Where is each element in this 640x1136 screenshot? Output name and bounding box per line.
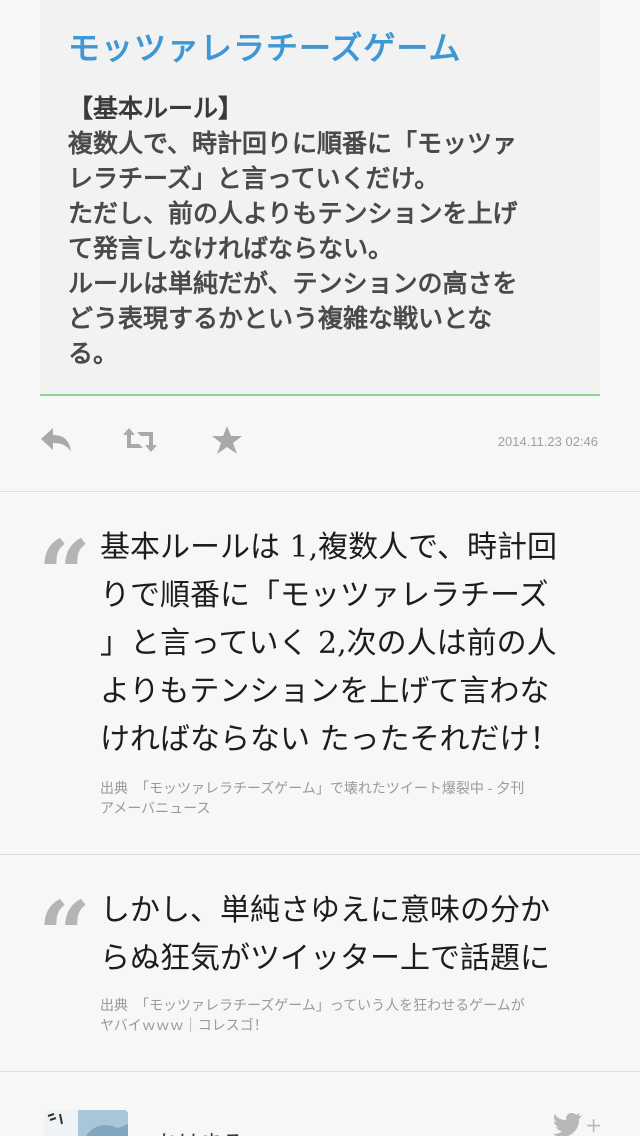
quote-line: 基本ルールは 1,複数人で、時計回 xyxy=(100,530,557,565)
divider xyxy=(0,1071,640,1072)
reply-icon xyxy=(41,428,71,452)
image-line: レラチーズ」と言っていくだけ。 xyxy=(68,164,440,193)
follow-plus: + xyxy=(585,1113,602,1136)
quote-line: 」と言っていく 2,次の人は前の人 xyxy=(100,626,557,661)
quote-source-link[interactable]: 出典 「モッツァレラチーズゲーム」っていう人を狂わせるゲームが ヤバイｗｗｗ｜コ… xyxy=(100,995,600,1035)
quote-mark-icon: “ xyxy=(38,520,91,628)
image-line: る。 xyxy=(68,339,119,368)
quote-block: “ しかし、単純さゆえに意味の分か らぬ狂気がツイッター上で話題に 出典 「モッ… xyxy=(0,855,640,1071)
quote-line: りで順番に「モッツァレラチーズ xyxy=(100,578,549,613)
tweet-timestamp: 2014.11.23 02:46 xyxy=(497,434,598,449)
twitter-bird-icon xyxy=(553,1113,583,1136)
twitter-follow-button[interactable]: + xyxy=(553,1112,602,1136)
tweet-actions: 2014.11.23 02:46 xyxy=(0,418,640,464)
avatar-image xyxy=(44,1110,128,1136)
avatar[interactable] xyxy=(44,1110,128,1136)
quote-line: ければならない たったそれだけ！ xyxy=(100,722,560,757)
quote-line: らぬ狂気がツイッター上で話題に xyxy=(100,941,550,976)
quote-text: しかし、単純さゆえに意味の分か らぬ狂気がツイッター上で話題に xyxy=(100,887,590,983)
image-line: て発言しなければならない。 xyxy=(68,234,394,263)
source-line: アメーバニュース xyxy=(100,800,211,816)
star-icon xyxy=(212,426,242,454)
source-line: ヤバイｗｗｗ｜コレスゴ！ xyxy=(100,1017,268,1033)
quote-source-link[interactable]: 出典 「モッツァレラチーズゲーム」で壊れたツイート爆裂中 - 夕刊 アメーバニュ… xyxy=(100,778,600,818)
retweet-icon xyxy=(123,428,157,452)
tweet-image[interactable]: モッツァレラチーズゲーム 【基本ルール】 複数人で、時計回りに順番に「モッツァ … xyxy=(40,0,600,396)
retweet-button[interactable] xyxy=(120,422,160,458)
image-rule-heading: 【基本ルール】 xyxy=(68,94,244,123)
quote-text: 基本ルールは 1,複数人で、時計回 りで順番に「モッツァレラチーズ 」と言ってい… xyxy=(100,524,590,764)
favorite-button[interactable] xyxy=(207,422,247,458)
image-line: 複数人で、時計回りに順番に「モッツァ xyxy=(68,129,518,158)
quote-block: “ 基本ルールは 1,複数人で、時計回 りで順番に「モッツァレラチーズ 」と言っ… xyxy=(0,492,640,854)
image-title: モッツァレラチーズゲーム xyxy=(68,29,462,67)
reply-button[interactable] xyxy=(36,422,76,458)
image-line: どう表現するかという複雑な戦いとな xyxy=(68,304,493,333)
image-line: ただし、前の人よりもテンションを上げ xyxy=(68,199,518,228)
quote-line: よりもテンションを上げて言わな xyxy=(100,674,550,709)
source-line: 出典 「モッツァレラチーズゲーム」っていう人を狂わせるゲームが xyxy=(100,997,525,1013)
author-name[interactable]: ちはまる xyxy=(156,1126,244,1136)
image-body: 複数人で、時計回りに順番に「モッツァ レラチーズ」と言っていくだけ。 ただし、前… xyxy=(68,126,570,371)
image-line: ルールは単純だが、テンションの高さを xyxy=(68,269,518,298)
source-line: 出典 「モッツァレラチーズゲーム」で壊れたツイート爆裂中 - 夕刊 xyxy=(100,780,525,796)
quote-mark-icon: “ xyxy=(38,881,91,989)
quote-line: しかし、単純さゆえに意味の分か xyxy=(100,893,550,928)
